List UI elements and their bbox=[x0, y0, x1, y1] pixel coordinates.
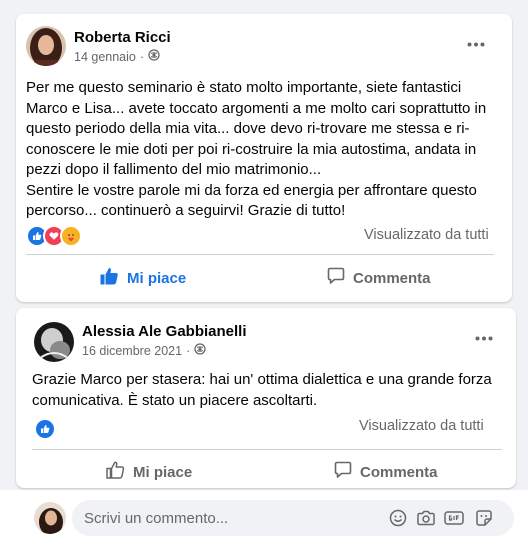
comment-composer bbox=[0, 490, 528, 549]
comment-icon bbox=[327, 267, 345, 289]
globe-icon bbox=[148, 49, 160, 64]
post-date[interactable]: 14 gennaio bbox=[74, 50, 136, 64]
camera-icon[interactable] bbox=[416, 508, 436, 528]
post-paragraph: Grazie Marco per stasera: hai un' ottima… bbox=[32, 371, 492, 409]
author-avatar[interactable] bbox=[26, 26, 66, 66]
seen-by-label[interactable]: Visualizzato da tutti bbox=[364, 227, 489, 243]
thumbs-up-icon bbox=[106, 461, 125, 483]
divider bbox=[32, 449, 502, 450]
reaction-summary[interactable] bbox=[34, 418, 56, 440]
comment-input[interactable] bbox=[84, 500, 374, 536]
meta-separator: · bbox=[139, 49, 145, 64]
current-user-avatar[interactable] bbox=[34, 502, 66, 534]
sticker-icon[interactable] bbox=[474, 508, 494, 528]
emoji-icon[interactable] bbox=[388, 508, 408, 528]
seen-by-label[interactable]: Visualizzato da tutti bbox=[359, 418, 484, 434]
post-card: Roberta Ricci 14 gennaio · Per me questo… bbox=[16, 14, 512, 302]
globe-icon bbox=[194, 343, 206, 358]
comment-button[interactable]: Commenta bbox=[334, 461, 438, 483]
like-label: Mi piace bbox=[127, 269, 187, 287]
divider bbox=[26, 254, 494, 255]
like-button[interactable]: Mi piace bbox=[100, 267, 186, 289]
post-body: Grazie Marco per stasera: hai un' ottima… bbox=[32, 370, 502, 411]
comment-icon bbox=[334, 461, 352, 483]
author-name[interactable]: Alessia Ale Gabbianelli bbox=[82, 323, 247, 340]
care-reaction-icon bbox=[60, 225, 82, 247]
post-body: Per me questo seminario è stato molto im… bbox=[26, 78, 494, 222]
comment-button[interactable]: Commenta bbox=[327, 267, 431, 289]
comment-label: Commenta bbox=[353, 269, 431, 287]
post-card: Alessia Ale Gabbianelli 16 dicembre 2021… bbox=[16, 308, 516, 488]
like-button[interactable]: Mi piace bbox=[106, 461, 192, 483]
post-paragraph: Sentire le vostre parole mi da forza ed … bbox=[26, 181, 477, 220]
author-name[interactable]: Roberta Ricci bbox=[74, 29, 171, 46]
gif-icon[interactable] bbox=[444, 508, 464, 528]
comment-box[interactable] bbox=[72, 500, 514, 536]
post-paragraph: Per me questo seminario è stato molto im… bbox=[26, 79, 487, 178]
comment-label: Commenta bbox=[360, 463, 438, 481]
more-options-icon[interactable] bbox=[470, 328, 498, 348]
like-label: Mi piace bbox=[133, 463, 193, 481]
author-avatar[interactable] bbox=[34, 322, 74, 362]
more-options-icon[interactable] bbox=[462, 34, 490, 54]
reaction-summary[interactable] bbox=[26, 225, 82, 247]
post-meta: 16 dicembre 2021 · bbox=[82, 343, 206, 358]
thumbs-up-icon bbox=[100, 267, 119, 289]
meta-separator: · bbox=[186, 343, 191, 358]
post-meta: 14 gennaio · bbox=[74, 49, 160, 64]
like-reaction-icon bbox=[34, 418, 56, 440]
post-date[interactable]: 16 dicembre 2021 bbox=[82, 344, 182, 358]
